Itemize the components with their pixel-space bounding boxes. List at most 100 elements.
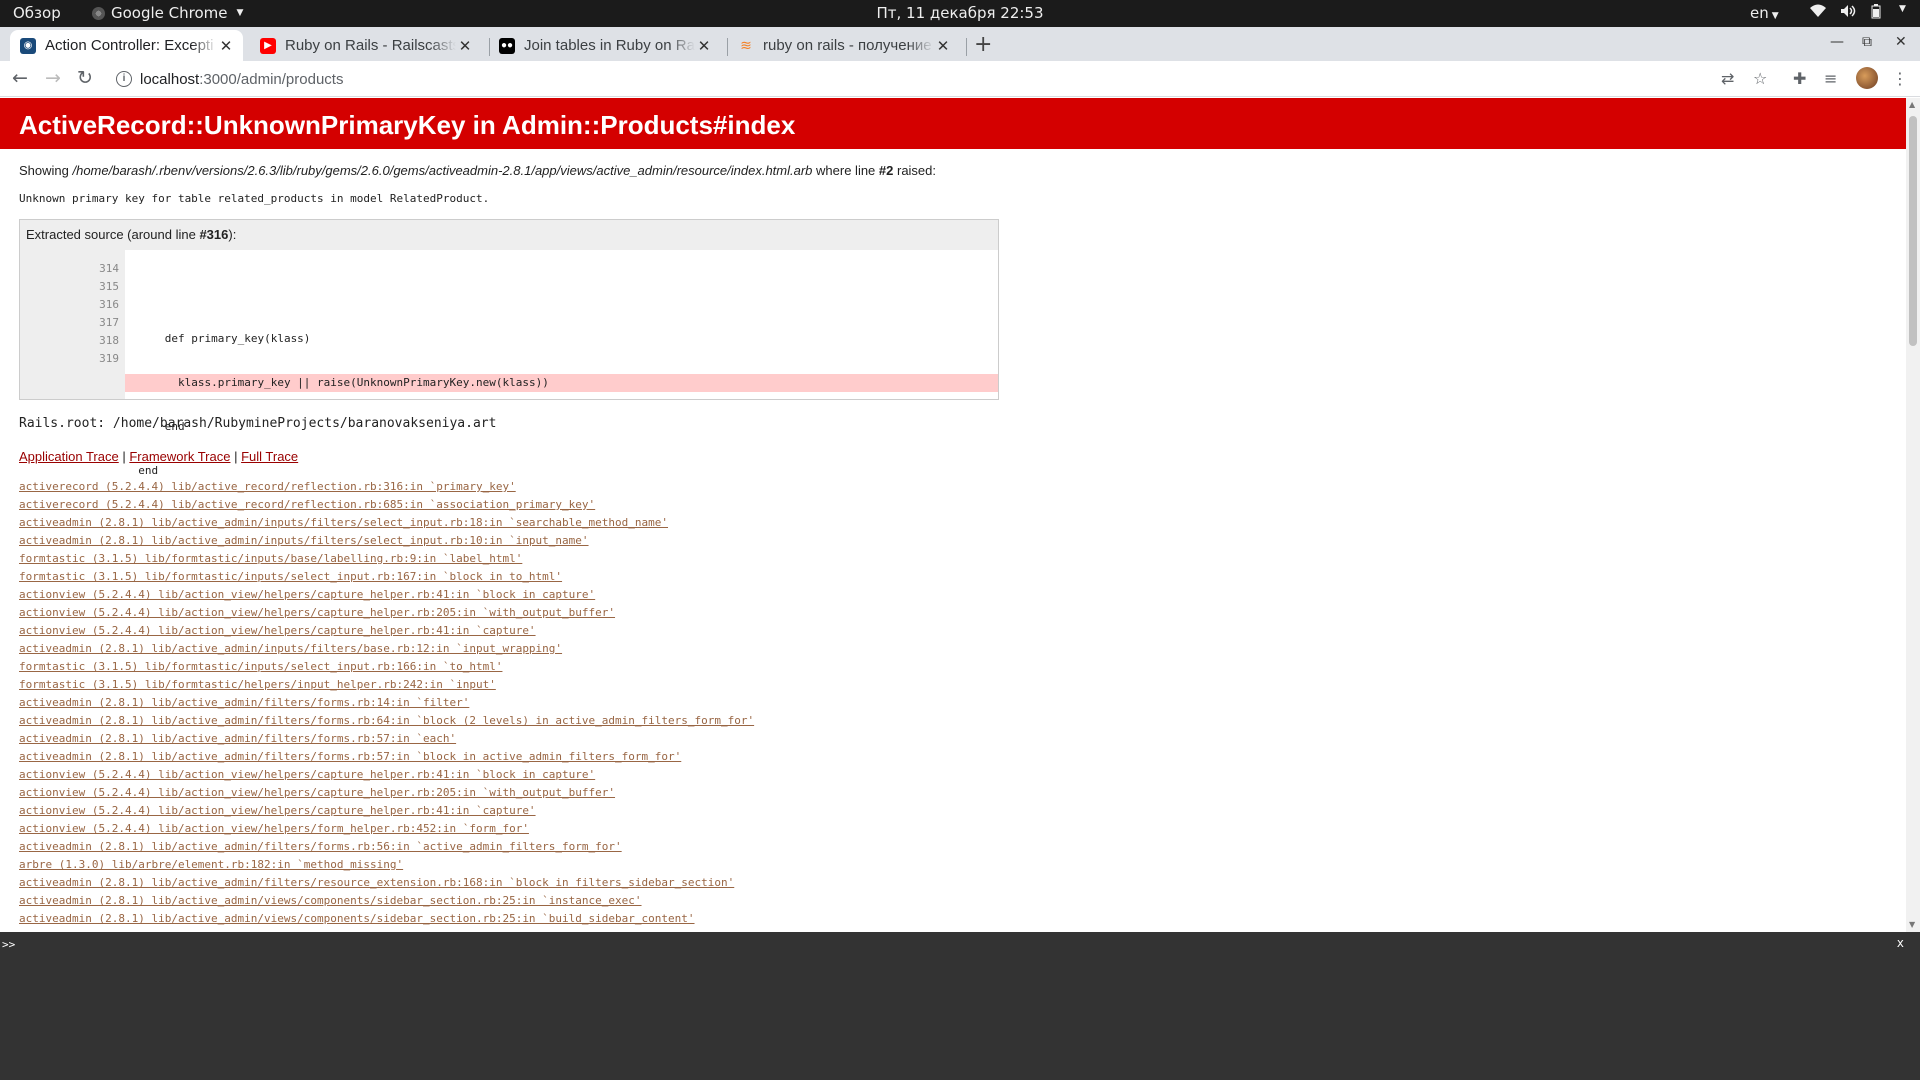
application-trace-link[interactable]: Application Trace: [19, 449, 119, 464]
new-tab-button[interactable]: +: [974, 32, 992, 57]
extensions-icon[interactable]: ✚: [1793, 69, 1806, 88]
line-number: 319: [99, 352, 119, 365]
volume-icon: [1841, 5, 1856, 17]
trace-line[interactable]: activeadmin (2.8.1) lib/active_admin/fil…: [19, 712, 1887, 730]
trace-line[interactable]: formtastic (3.1.5) lib/formtastic/helper…: [19, 676, 1887, 694]
code-line: def primary_key(klass): [125, 332, 311, 345]
trace-line[interactable]: formtastic (3.1.5) lib/formtastic/inputs…: [19, 550, 1887, 568]
dev-favicon-icon: ●●: [499, 37, 515, 54]
trace-line[interactable]: activeadmin (2.8.1) lib/active_admin/vie…: [19, 910, 1887, 928]
tab-separator: [966, 38, 967, 56]
showing-line: Showing /home/barash/.rbenv/versions/2.6…: [19, 163, 1887, 178]
minimize-button[interactable]: —: [1830, 34, 1844, 50]
media-controls-icon[interactable]: ≡: [1824, 69, 1837, 88]
rails-favicon-icon: ◉: [20, 37, 36, 54]
trace-line[interactable]: activeadmin (2.8.1) lib/active_admin/fil…: [19, 748, 1887, 766]
tab-title: ruby on rails - получение: [763, 37, 932, 54]
close-tab-icon[interactable]: ✕: [456, 37, 474, 55]
language-label: en: [1750, 4, 1769, 22]
bookmark-star-icon[interactable]: ☆: [1753, 69, 1767, 88]
profile-avatar[interactable]: [1856, 67, 1878, 89]
close-tab-icon[interactable]: ✕: [695, 37, 713, 55]
tab-strip: ◉ Action Controller: Excepti ✕ ▶ Ruby on…: [0, 27, 1920, 61]
extracted-prefix: Extracted source (around line: [26, 227, 200, 242]
error-message: Unknown primary key for table related_pr…: [19, 192, 490, 205]
line-numbers: 314 315 316 317 318 319: [20, 250, 125, 399]
chevron-down-icon: ▼: [1899, 4, 1906, 14]
line-number: 317: [99, 316, 119, 329]
wifi-icon: [1810, 4, 1826, 17]
extracted-line: #316: [199, 227, 229, 242]
reload-button[interactable]: ↻: [77, 67, 93, 89]
close-tab-icon[interactable]: ✕: [217, 37, 235, 55]
console-close-button[interactable]: x: [1897, 936, 1904, 950]
trace-line[interactable]: activeadmin (2.8.1) lib/active_admin/fil…: [19, 838, 1887, 856]
forward-button[interactable]: →: [45, 67, 61, 89]
trace-line[interactable]: actionview (5.2.4.4) lib/action_view/hel…: [19, 622, 1887, 640]
tab-title: Ruby on Rails - Railscasts: [285, 37, 456, 54]
line-number: 318: [99, 334, 119, 347]
trace-line[interactable]: activeadmin (2.8.1) lib/active_admin/inp…: [19, 640, 1887, 658]
line-number: 316: [99, 298, 119, 311]
close-window-button[interactable]: ✕: [1895, 34, 1907, 50]
framework-trace-link[interactable]: Framework Trace: [129, 449, 230, 464]
trace-line[interactable]: activeadmin (2.8.1) lib/active_admin/fil…: [19, 730, 1887, 748]
system-tray[interactable]: ▼: [1810, 4, 1906, 19]
url-host: localhost: [140, 70, 200, 88]
trace-line[interactable]: activeadmin (2.8.1) lib/active_admin/fil…: [19, 874, 1887, 892]
showing-prefix: Showing: [19, 163, 73, 178]
language-menu[interactable]: en ▼: [1750, 4, 1779, 22]
console-prompt[interactable]: >>: [2, 938, 15, 951]
translate-icon[interactable]: ⇄: [1721, 69, 1734, 88]
line-number: 315: [99, 280, 119, 293]
web-console[interactable]: >> x: [0, 932, 1920, 1080]
address-bar[interactable]: i localhost:3000/admin/products: [108, 65, 1748, 93]
page-viewport: ActiveRecord::UnknownPrimaryKey in Admin…: [0, 98, 1906, 932]
trace-line[interactable]: formtastic (3.1.5) lib/formtastic/inputs…: [19, 658, 1887, 676]
clock[interactable]: Пт, 11 декабря 22:53: [0, 4, 1920, 22]
extracted-source-header: Extracted source (around line #316):: [20, 220, 998, 250]
restore-button[interactable]: ⧉: [1862, 34, 1872, 50]
scroll-down-icon[interactable]: ▼: [1909, 920, 1915, 929]
url-path: :3000/admin/products: [199, 70, 344, 88]
trace-line[interactable]: activeadmin (2.8.1) lib/active_admin/fil…: [19, 694, 1887, 712]
battery-icon: [1871, 4, 1881, 19]
trace-line[interactable]: actionview (5.2.4.4) lib/action_view/hel…: [19, 820, 1887, 838]
tab-title: Action Controller: Excepti: [45, 37, 214, 54]
tab-join-tables[interactable]: ●● Join tables in Ruby on Rai ✕: [489, 30, 721, 61]
trace-line[interactable]: actionview (5.2.4.4) lib/action_view/hel…: [19, 766, 1887, 784]
line-number: 314: [99, 262, 119, 275]
trace-line[interactable]: actionview (5.2.4.4) lib/action_view/hel…: [19, 586, 1887, 604]
trace-line[interactable]: arbre (1.3.0) lib/arbre/element.rb:182:i…: [19, 856, 1887, 874]
tab-title: Join tables in Ruby on Rai: [524, 37, 695, 54]
trace-sep: |: [230, 449, 242, 464]
trace-line[interactable]: actionview (5.2.4.4) lib/action_view/hel…: [19, 802, 1887, 820]
trace-line[interactable]: formtastic (3.1.5) lib/formtastic/inputs…: [19, 568, 1887, 586]
scroll-up-icon[interactable]: ▲: [1909, 100, 1915, 109]
tab-action-controller[interactable]: ◉ Action Controller: Excepti ✕: [10, 30, 243, 61]
menu-icon[interactable]: ⋮: [1892, 69, 1908, 88]
chevron-down-icon: ▼: [1771, 11, 1779, 21]
browser-toolbar: ← → ↻ i localhost:3000/admin/products ⇄ …: [0, 61, 1920, 97]
youtube-favicon-icon: ▶: [260, 37, 276, 54]
stackoverflow-favicon-icon: ≋: [740, 37, 752, 53]
tab-railscasts[interactable]: ▶ Ruby on Rails - Railscasts ✕: [250, 30, 482, 61]
source-code: def primary_key(klass) klass.primary_key…: [125, 250, 998, 477]
page-scrollbar[interactable]: ▲ ▼: [1906, 98, 1920, 932]
full-trace-link[interactable]: Full Trace: [241, 449, 298, 464]
code-line-highlighted: klass.primary_key || raise(UnknownPrimar…: [125, 374, 998, 392]
trace-sep: |: [118, 449, 130, 464]
trace-line[interactable]: activeadmin (2.8.1) lib/active_admin/vie…: [19, 892, 1887, 910]
showing-mid: where line: [812, 163, 879, 178]
tab-stackoverflow[interactable]: ≋ ruby on rails - получение ✕: [728, 30, 960, 61]
system-top-bar: Обзор Google Chrome ▼ Пт, 11 декабря 22:…: [0, 0, 1920, 27]
trace-line[interactable]: actionview (5.2.4.4) lib/action_view/hel…: [19, 604, 1887, 622]
scrollbar-thumb[interactable]: [1909, 116, 1917, 346]
extracted-source: Extracted source (around line #316): 314…: [19, 219, 999, 477]
extracted-suffix: ):: [228, 227, 237, 242]
info-icon[interactable]: i: [116, 71, 132, 87]
close-tab-icon[interactable]: ✕: [934, 37, 952, 55]
trace-line[interactable]: actionview (5.2.4.4) lib/action_view/hel…: [19, 784, 1887, 802]
back-button[interactable]: ←: [12, 67, 28, 89]
